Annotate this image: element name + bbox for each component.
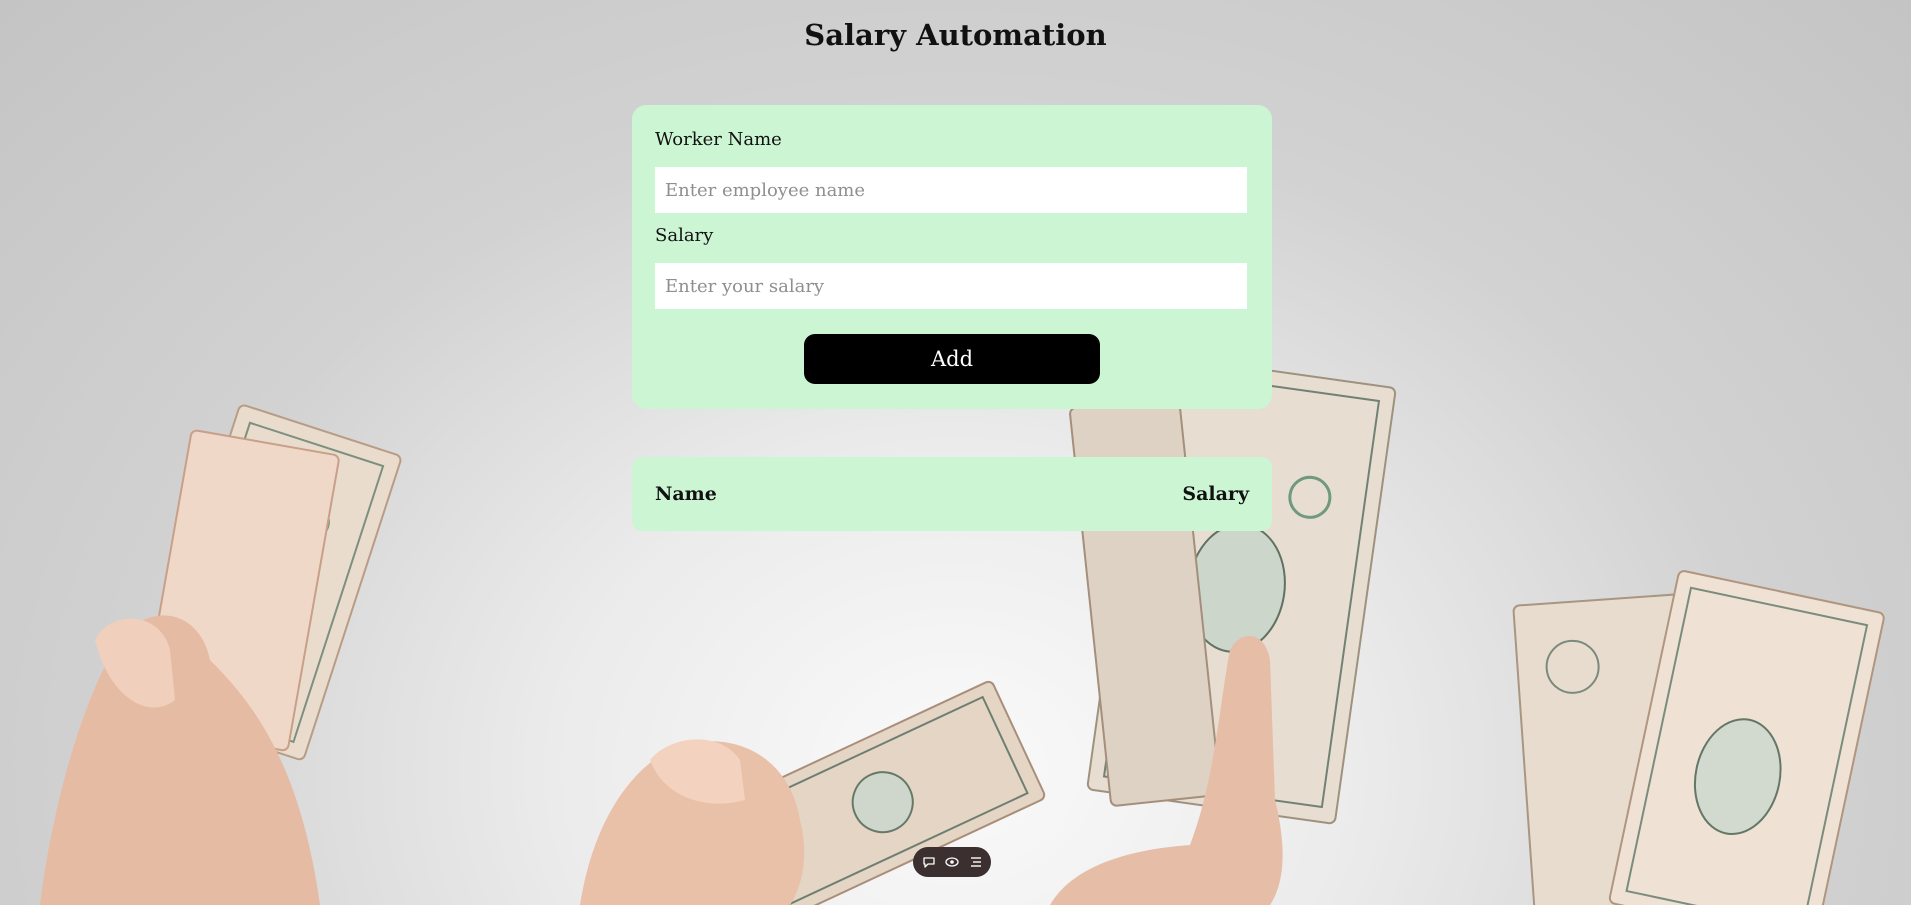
salary-input[interactable] bbox=[655, 263, 1247, 309]
salary-column-header: Salary bbox=[1182, 483, 1249, 505]
worker-name-label: Worker Name bbox=[655, 129, 782, 150]
name-column-header: Name bbox=[655, 483, 717, 505]
comment-icon[interactable] bbox=[921, 854, 937, 870]
left-money-hand bbox=[40, 404, 402, 905]
floating-toolbar bbox=[913, 847, 991, 877]
right-money-bills bbox=[1512, 570, 1885, 905]
eye-icon[interactable] bbox=[944, 854, 960, 870]
salary-label: Salary bbox=[655, 225, 714, 246]
employee-form: Worker Name Salary Add bbox=[632, 105, 1272, 409]
worker-name-input[interactable] bbox=[655, 167, 1247, 213]
salary-table: Name Salary bbox=[632, 457, 1272, 531]
right-center-money-hand bbox=[1050, 353, 1397, 905]
add-button[interactable]: Add bbox=[804, 334, 1100, 384]
page-title: Salary Automation bbox=[804, 18, 1107, 52]
menu-icon[interactable] bbox=[968, 854, 984, 870]
